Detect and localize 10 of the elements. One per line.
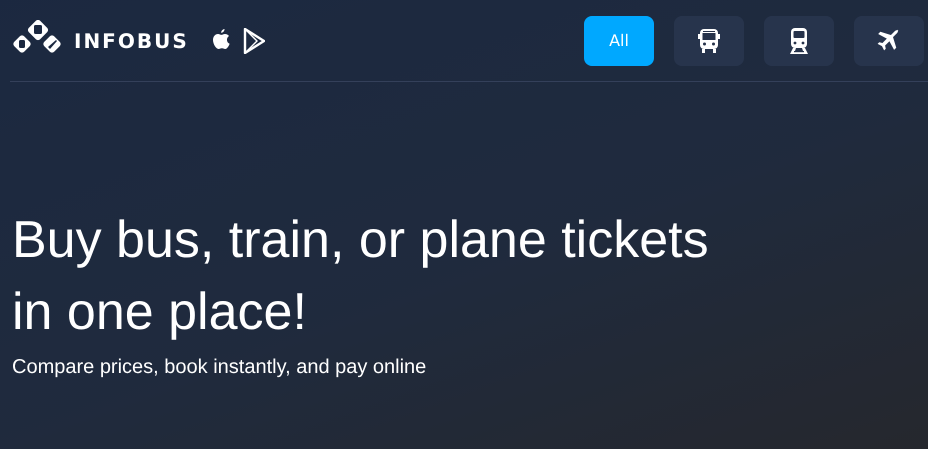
train-tab[interactable] — [764, 16, 834, 66]
hero-subtitle: Compare prices, book instantly, and pay online — [12, 356, 428, 379]
train-icon — [788, 26, 810, 54]
play-store-icon[interactable] — [242, 28, 265, 54]
logo-text: INFOBUS — [74, 28, 189, 52]
bus-tab[interactable] — [674, 16, 744, 66]
bus-icon — [698, 28, 720, 54]
hero-title: Buy bus, train, or plane tickets in one place! — [12, 210, 710, 343]
plane-tab[interactable] — [854, 16, 924, 66]
all-tab[interactable]: All — [584, 16, 654, 66]
